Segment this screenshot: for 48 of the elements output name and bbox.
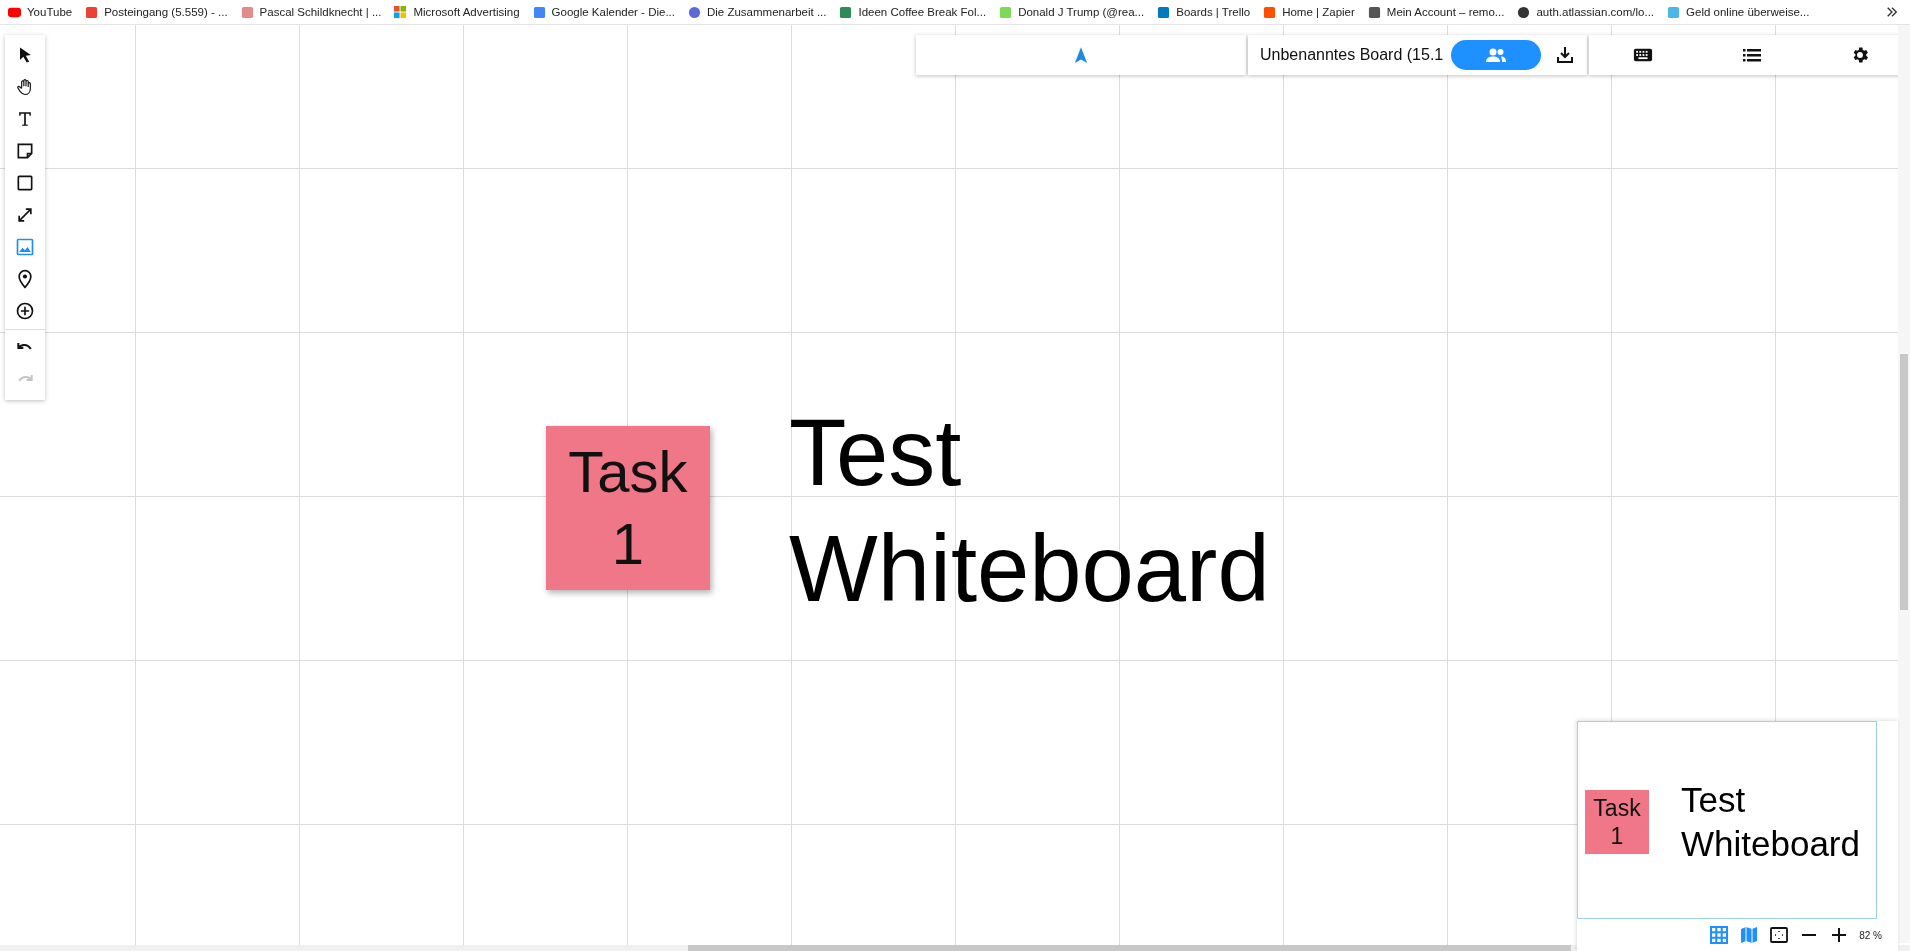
bookmark-link[interactable]: YouTube <box>8 5 73 19</box>
bookmark-link[interactable]: Microsoft Advertising <box>394 5 520 19</box>
share-button[interactable] <box>1451 40 1542 70</box>
bookmark-link[interactable]: Home | Zapier <box>1263 5 1355 19</box>
note-text: Task <box>1593 794 1641 822</box>
note-text: Task <box>568 438 688 506</box>
canvas-text: Test <box>1681 779 1747 821</box>
canvas-text[interactable]: Test <box>789 395 962 511</box>
minimap-view[interactable]: Task 1 Test Whiteboard <box>1577 721 1877 919</box>
bookmark-link[interactable]: Pascal Schildknecht | ... <box>240 5 382 19</box>
scrollbar-thumb[interactable] <box>1900 354 1908 610</box>
board-title[interactable]: Unbenanntes Board (15.1 <box>1260 46 1444 64</box>
navigation-arrow-icon[interactable] <box>1074 46 1088 64</box>
bookmark-link[interactable]: Donald J Trump (@rea... <box>999 5 1145 19</box>
grid-icon[interactable] <box>1709 925 1730 945</box>
bookmark-link[interactable]: Boards | Trello <box>1157 5 1251 19</box>
favicon-icon <box>1517 5 1531 19</box>
chevron-icon[interactable] <box>1886 6 1898 18</box>
bookmark-link[interactable]: Mein Account – remo... <box>1367 5 1505 19</box>
bookmark-link[interactable]: Posteingang (5.559) - ... <box>85 5 228 19</box>
favicon-icon <box>999 5 1013 19</box>
map-icon[interactable] <box>1739 925 1760 945</box>
sticky-note[interactable]: Task 1 <box>546 426 710 590</box>
canvas-text: Whiteboard <box>1681 823 1860 865</box>
favicon-icon <box>1367 5 1381 19</box>
bookmark-link[interactable]: auth.atlassian.com/lo... <box>1517 5 1655 19</box>
favicon-icon <box>1667 5 1681 19</box>
scrollbar-thumb[interactable] <box>688 945 1571 951</box>
favicon-icon <box>85 5 99 19</box>
bookmark-link[interactable]: Die Zusammenarbeit ... <box>687 5 827 19</box>
favicon-icon <box>240 5 254 19</box>
favicon-icon <box>532 5 546 19</box>
fit-screen-icon[interactable] <box>1769 925 1790 945</box>
favicon-icon <box>1157 5 1171 19</box>
favicon-icon <box>839 5 853 19</box>
favicon-icon <box>687 5 701 19</box>
note-text: 1 <box>1610 822 1624 850</box>
people-icon <box>1484 47 1509 63</box>
bookmark-link[interactable]: Ideen Coffee Break Fol... <box>839 5 987 19</box>
bookmark-link[interactable]: Geld online überweise... <box>1667 5 1810 19</box>
favicon-icon <box>1263 5 1277 19</box>
favicon-icon <box>394 5 408 19</box>
zoom-level: 82 % <box>1859 929 1882 941</box>
bookmark-link[interactable]: Google Kalender - Die... <box>532 5 675 19</box>
canvas-text[interactable]: Whiteboard <box>789 511 1270 627</box>
favicon-icon <box>8 5 21 19</box>
download-icon[interactable] <box>1555 45 1576 65</box>
note-text: 1 <box>611 510 645 578</box>
